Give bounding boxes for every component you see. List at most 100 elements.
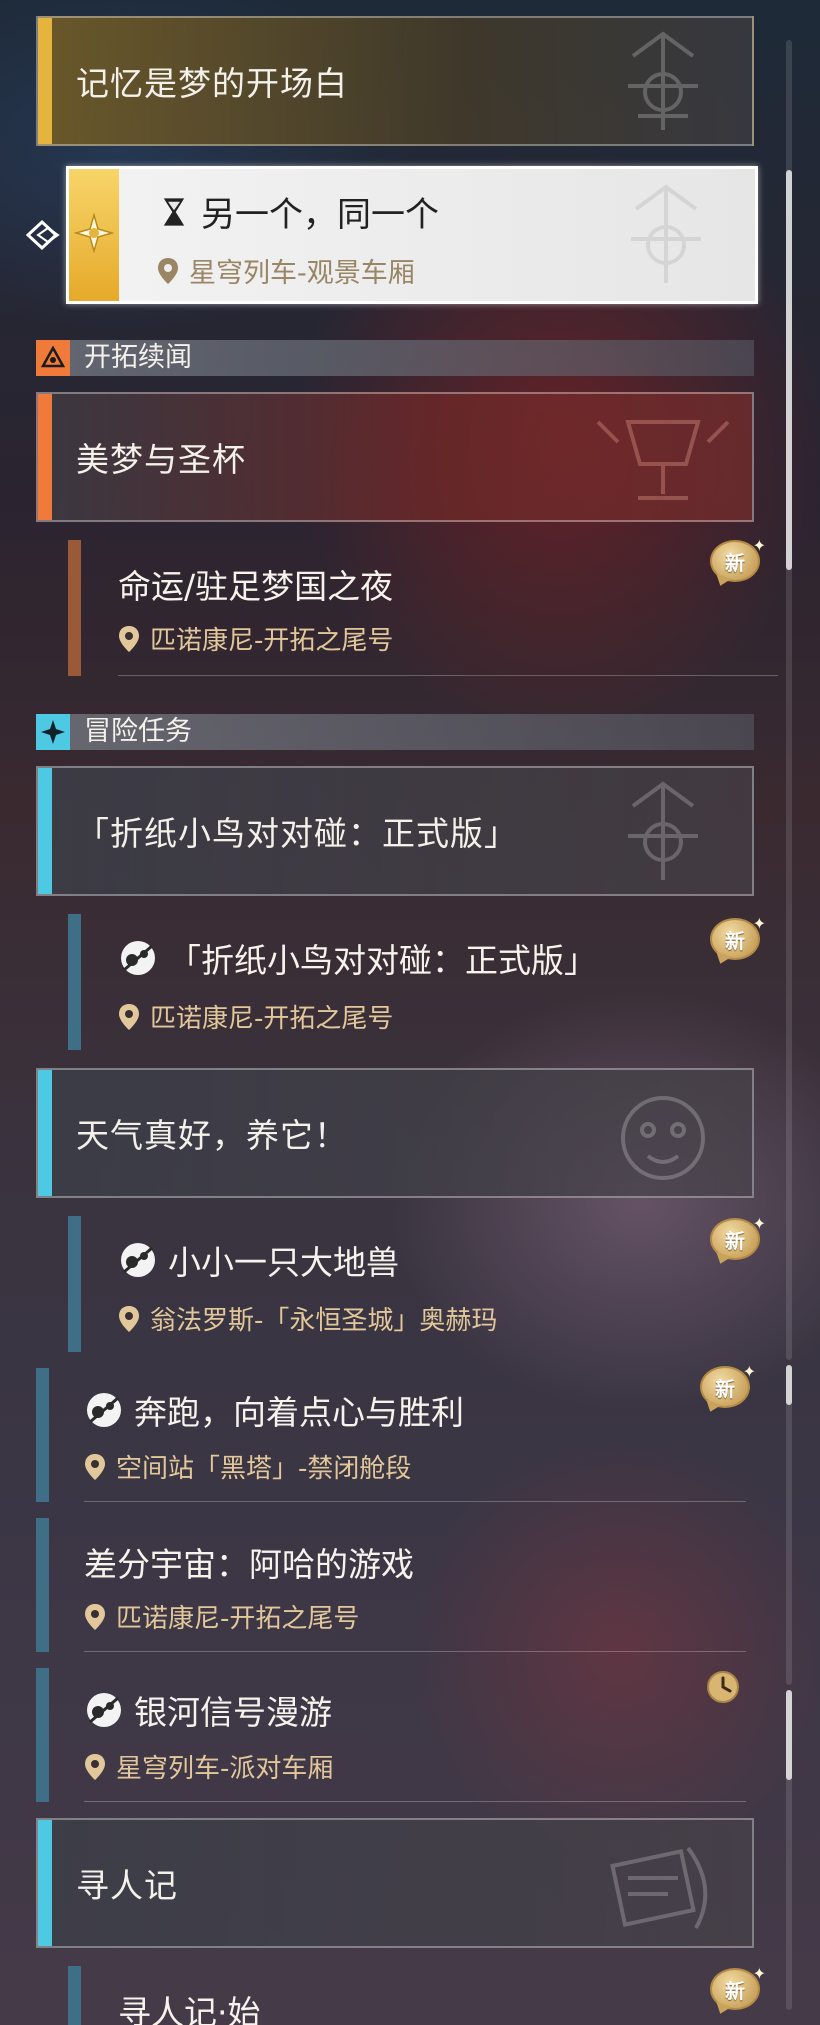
- active-quest-card[interactable]: 另一个，同一个 星穹列车-观景车厢: [66, 166, 758, 304]
- quest-item[interactable]: 命运/驻足梦国之夜 匹诺康尼-开拓之尾号: [68, 540, 778, 676]
- group-emblem-icon: [628, 31, 698, 130]
- scrollbar-track-3[interactable]: [786, 1690, 792, 2010]
- group-accent-stripe: [38, 394, 52, 520]
- scrollbar-track-1[interactable]: [786, 40, 792, 1360]
- quest-title-text: 小小一只大地兽: [168, 1243, 399, 1282]
- new-badge-icon: 新 ✦: [708, 1214, 766, 1267]
- quest-item[interactable]: 差分宇宙：阿哈的游戏 匹诺康尼-开拓之尾号: [36, 1518, 746, 1652]
- quest-location-row: 匹诺康尼-开拓之尾号: [118, 998, 393, 1035]
- quest-location: 空间站「黑塔」-禁闭舱段: [116, 1454, 412, 1484]
- group-accent-stripe: [38, 768, 52, 894]
- quest-item[interactable]: 银河信号漫游 星穹列车-派对车厢: [36, 1668, 746, 1802]
- quest-location: 匹诺康尼-开拓之尾号: [150, 1004, 394, 1034]
- section-header-adventure: 冒险任务: [36, 714, 754, 750]
- active-quest-location-row: 星穹列车-观景车厢: [157, 251, 415, 290]
- trailblaze-icon: [41, 346, 65, 368]
- quest-group-header[interactable]: 记忆是梦的开场白: [36, 16, 754, 146]
- section-header-trailblaze: 开拓续闻: [36, 340, 754, 376]
- trailblaze-section-badge: [36, 340, 70, 376]
- location-pin-icon: [85, 1603, 105, 1630]
- quest-divider: [84, 1801, 746, 1802]
- quest-title-text: 差分宇宙：阿哈的游戏: [84, 1545, 414, 1584]
- new-badge-icon: 新 ✦: [708, 914, 766, 967]
- sparkle-icon: ✦: [752, 1214, 766, 1233]
- quest-accent-bar: [68, 540, 81, 676]
- quest-item[interactable]: 寻人记·始: [68, 1966, 778, 2025]
- quest-title-text: 奔跑，向着点心与胜利: [134, 1393, 464, 1432]
- quest-location-row: 星穹列车-派对车厢: [84, 1748, 333, 1785]
- selection-arrow-icon: [25, 219, 60, 251]
- location-pin-icon: [119, 1305, 139, 1332]
- sparkle-icon: ✦: [742, 1362, 756, 1381]
- location-pin-icon: [119, 625, 139, 652]
- quest-group-header[interactable]: 「折纸小鸟对对碰：正式版」: [36, 766, 754, 896]
- quest-title: 银河信号漫游: [84, 1686, 332, 1734]
- quest-location: 匹诺康尼-开拓之尾号: [150, 626, 394, 656]
- dream-cup-emblem-icon: [596, 420, 730, 500]
- quest-divider: [84, 1651, 746, 1652]
- quest-title-text: 「折纸小鸟对对碰：正式版」: [168, 941, 597, 980]
- quest-title-text: 寻人记·始: [118, 1993, 261, 2025]
- hourglass-icon: [163, 197, 185, 226]
- mascot-emblem-icon: [621, 1096, 705, 1180]
- adventure-quest-icon: [121, 1243, 155, 1277]
- quest-accent-bar: [36, 1368, 49, 1502]
- new-badge-icon: 新 ✦: [698, 1362, 756, 1415]
- quest-title-text: 银河信号漫游: [134, 1693, 332, 1732]
- group-accent-stripe: [38, 1070, 52, 1196]
- active-quest-title: 另一个，同一个: [201, 195, 439, 235]
- quest-location: 匹诺康尼-开拓之尾号: [116, 1604, 360, 1634]
- location-pin-icon: [85, 1453, 105, 1480]
- sparkle-icon: ✦: [752, 536, 766, 555]
- scrollbar-thumb-2[interactable]: [786, 1365, 792, 1405]
- quest-title: 奔跑，向着点心与胜利: [84, 1386, 464, 1434]
- quest-location: 星穹列车-派对车厢: [116, 1754, 334, 1784]
- section-label: 开拓续闻: [84, 342, 192, 373]
- quest-title-text: 命运/驻足梦国之夜: [118, 567, 394, 606]
- quest-item[interactable]: 「折纸小鸟对对碰：正式版」 匹诺康尼-开拓之尾号: [68, 914, 778, 1050]
- group-title: 美梦与圣杯: [76, 440, 246, 479]
- quest-divider: [118, 675, 778, 676]
- quest-accent-bar: [36, 1518, 49, 1652]
- active-quest-emblem-icon: [631, 184, 701, 283]
- group-title: 记忆是梦的开场白: [76, 64, 348, 103]
- group-accent-stripe: [38, 18, 52, 144]
- section-label: 冒险任务: [84, 716, 192, 747]
- quest-location-row: 匹诺康尼-开拓之尾号: [118, 620, 393, 657]
- location-pin-icon: [85, 1753, 105, 1780]
- sparkle-icon: ✦: [752, 914, 766, 933]
- quest-accent-bar: [68, 1216, 81, 1352]
- quest-item[interactable]: 奔跑，向着点心与胜利 空间站「黑塔」-禁闭舱段: [36, 1368, 746, 1502]
- quest-title: 小小一只大地兽: [118, 1236, 399, 1284]
- new-badge-icon: 新 ✦: [708, 536, 766, 589]
- group-title: 寻人记: [76, 1866, 178, 1905]
- clock-icon: [707, 1671, 739, 1703]
- trailblaze-star-icon: [74, 213, 114, 253]
- quest-title: 寻人记·始: [118, 1986, 261, 2025]
- location-pin-icon: [158, 257, 178, 284]
- quest-location-row: 空间站「黑塔」-禁闭舱段: [84, 1448, 411, 1485]
- letters-emblem-icon: [610, 1846, 708, 1929]
- quest-location-row: 匹诺康尼-开拓之尾号: [84, 1598, 359, 1635]
- quest-group-header[interactable]: 寻人记: [36, 1818, 754, 1948]
- sparkle-icon: ✦: [752, 1964, 766, 1983]
- location-pin-icon: [119, 1003, 139, 1030]
- active-quest-marker: [69, 169, 119, 301]
- group-title: 天气真好，养它！: [76, 1116, 348, 1155]
- quest-divider: [84, 1501, 746, 1502]
- scrollbar-thumb-3[interactable]: [786, 1690, 792, 1780]
- quest-accent-bar: [36, 1668, 49, 1802]
- scrollbar-track-2[interactable]: [786, 1365, 792, 1685]
- group-title: 「折纸小鸟对对碰：正式版」: [76, 814, 518, 853]
- adventure-star-icon: [41, 720, 65, 744]
- scrollbar-thumb-1[interactable]: [786, 170, 792, 570]
- adventure-section-badge: [36, 714, 70, 750]
- quest-item[interactable]: 小小一只大地兽 翁法罗斯-「永恒圣城」奥赫玛: [68, 1216, 778, 1352]
- quest-group-header[interactable]: 美梦与圣杯: [36, 392, 754, 522]
- quest-group-header[interactable]: 天气真好，养它！: [36, 1068, 754, 1198]
- adventure-quest-icon: [87, 1393, 121, 1427]
- group-emblem-icon: [628, 781, 698, 880]
- quest-title: 命运/驻足梦国之夜: [118, 560, 393, 608]
- quest-title: 「折纸小鸟对对碰：正式版」: [118, 934, 597, 982]
- adventure-quest-icon: [87, 1693, 121, 1727]
